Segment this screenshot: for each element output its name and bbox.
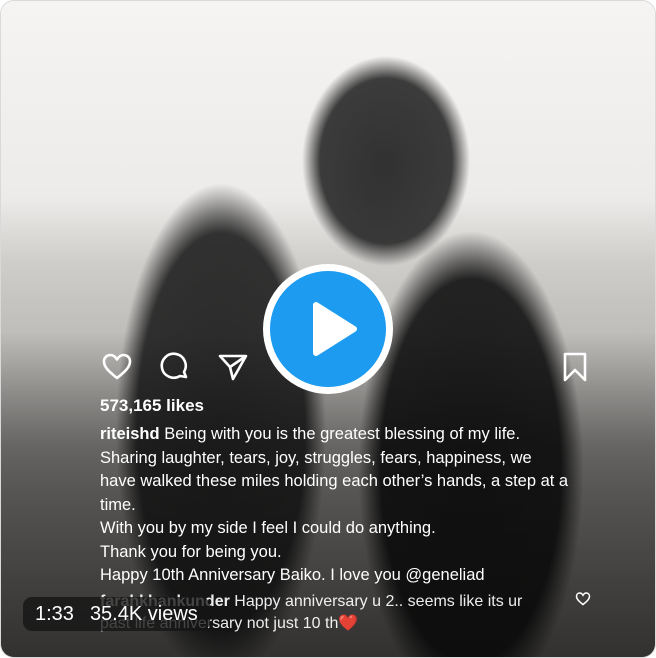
heart-emoji: ❤️ [338,615,359,632]
video-duration: 1:33 [35,603,74,625]
bookmark-icon [559,351,591,383]
heart-icon [101,351,133,383]
caption-line: time. [100,495,136,514]
caption-line: With you by my side I feel I could do an… [100,519,436,537]
comment-icon [159,351,191,383]
caption-line: Thank you for being you. [100,542,282,561]
caption-line: Sharing laughter, tears, joy, struggles,… [100,448,532,467]
caption-username: riteishd [100,425,160,443]
play-button[interactable] [263,264,393,394]
view-count: 35.4K views [89,603,198,625]
send-icon [217,351,249,383]
caption-line: Being with you is the greatest blessing … [159,425,521,443]
like-count: 573,165 likes [100,396,204,415]
video-info-badge: 1:33 35.4K views [23,597,210,631]
caption-line: have walked these miles holding each oth… [100,472,569,490]
play-icon[interactable] [270,271,386,387]
comment-text: Happy anniversary u 2.. seems like its u… [229,593,523,610]
video-card[interactable]: 573,165 likes riteishd Being with you is… [0,0,656,658]
caption-line: Happy 10th Anniversary Baiko. I love you… [100,566,485,584]
post-caption: riteishd Being with you is the greatest … [100,423,605,588]
comment-like-icon [575,591,591,612]
